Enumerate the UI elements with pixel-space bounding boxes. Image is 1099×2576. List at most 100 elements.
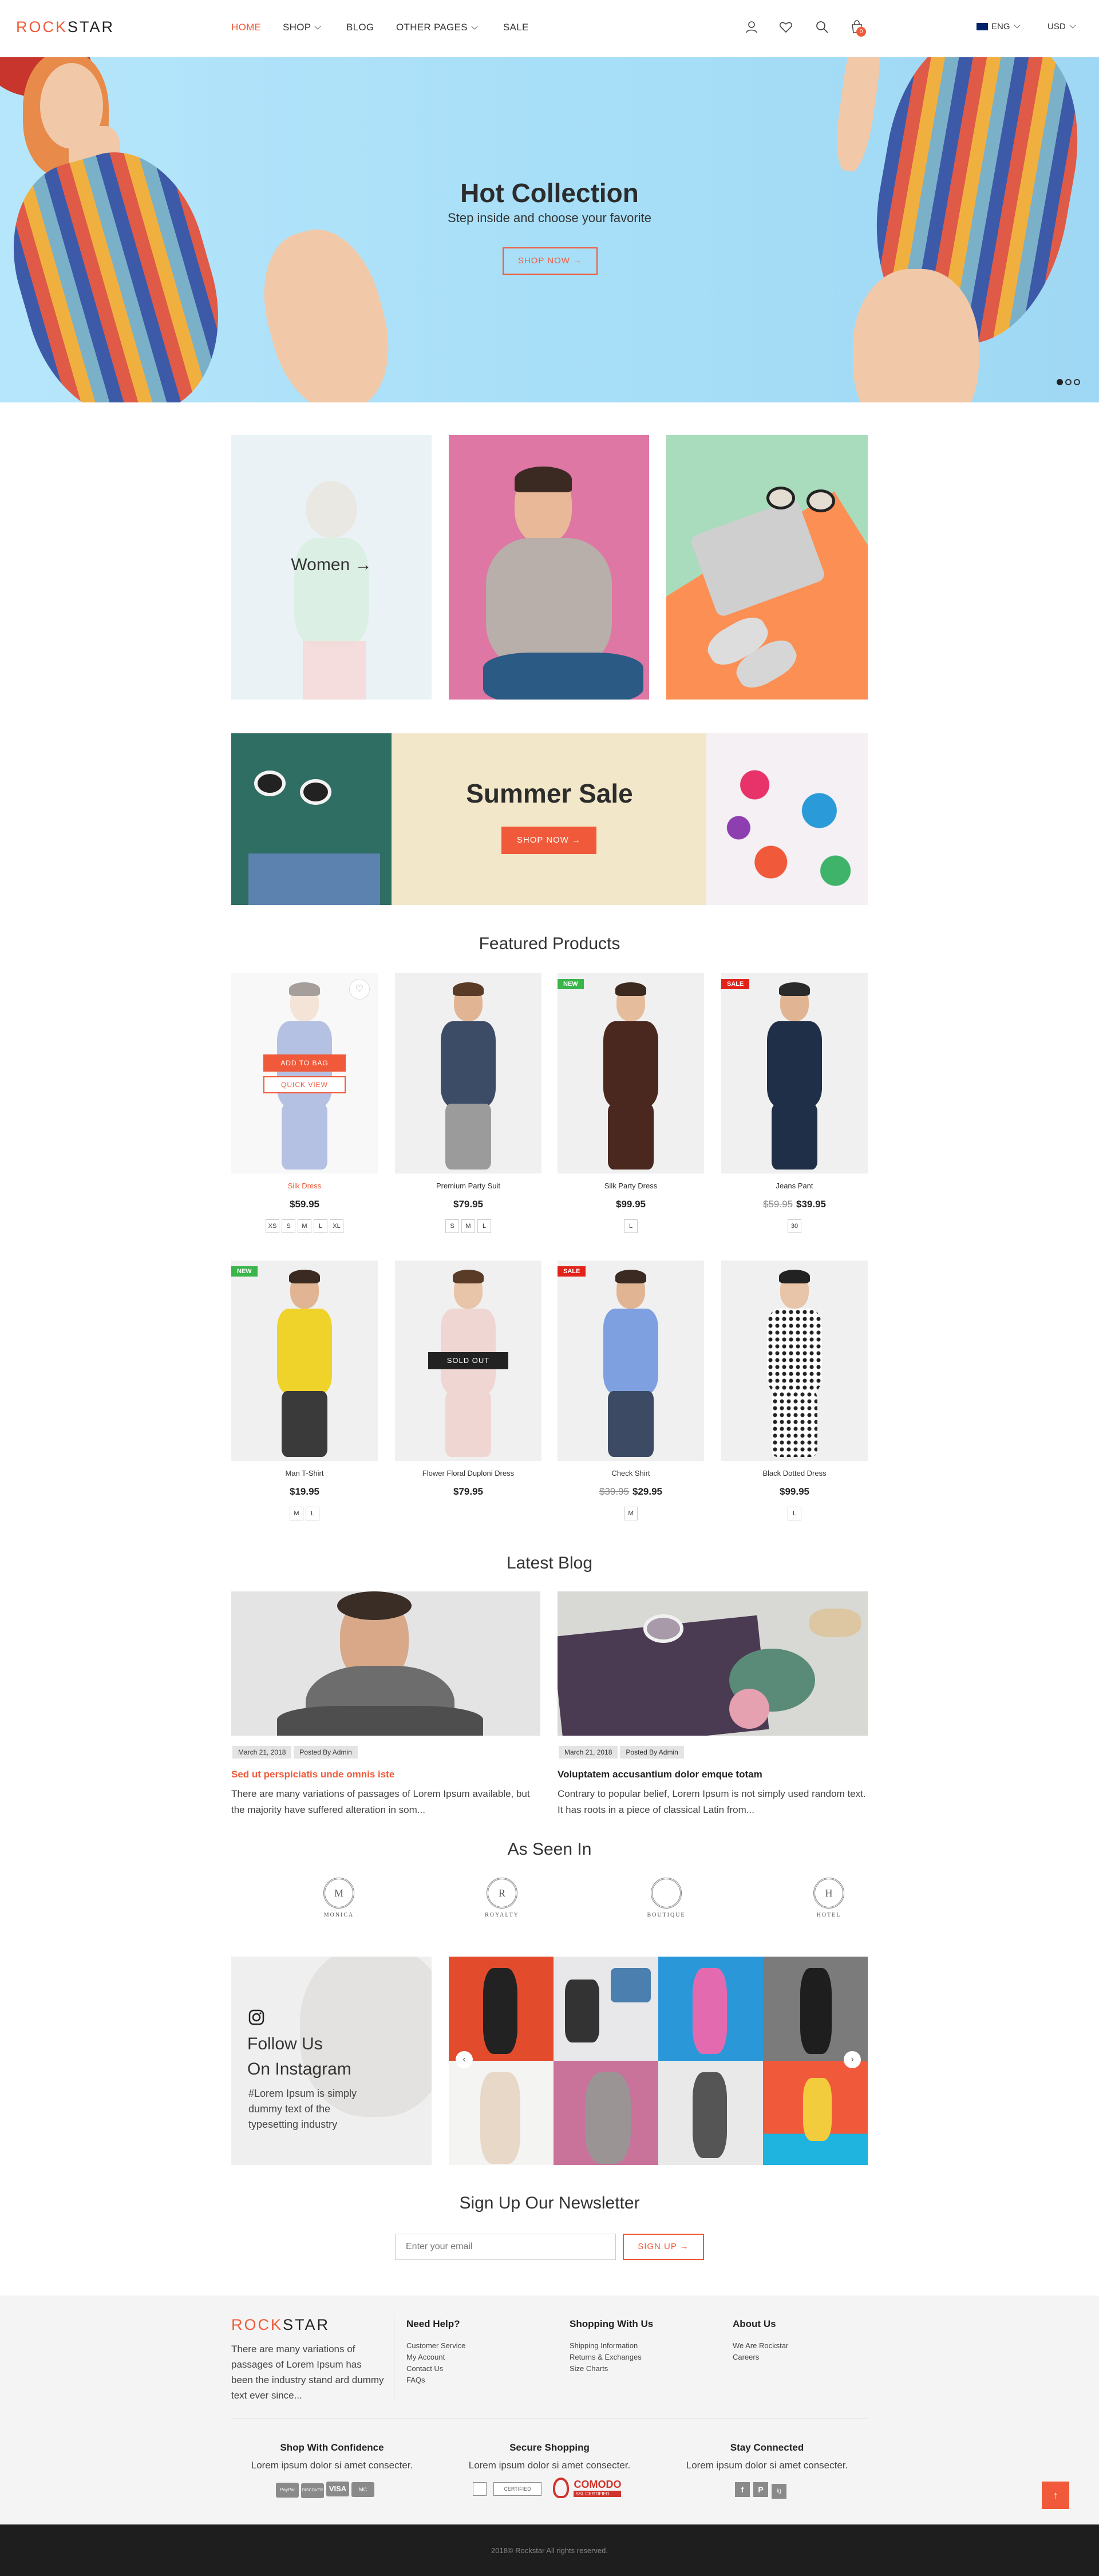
footer-link[interactable]: Returns & Exchanges	[570, 2352, 642, 2363]
instagram-photo[interactable]	[658, 1957, 763, 2061]
size-option[interactable]: M	[624, 1507, 638, 1520]
instagram-photo[interactable]	[449, 2061, 554, 2165]
size-option[interactable]: L	[788, 1507, 801, 1520]
footer-link[interactable]: FAQs	[406, 2374, 425, 2386]
product-image[interactable]: SALE	[558, 1261, 704, 1461]
brand-logo-monica[interactable]: M MONICA	[305, 1878, 373, 1918]
product-name[interactable]: Premium Party Suit	[395, 1182, 541, 1190]
gallery-next-arrow[interactable]: ›	[844, 2051, 861, 2068]
user-icon[interactable]	[744, 19, 759, 34]
instagram-photo[interactable]	[763, 2061, 868, 2165]
footer-link[interactable]: Size Charts	[570, 2363, 608, 2374]
mastercard-icon: MC	[351, 2482, 374, 2497]
size-option[interactable]: M	[461, 1219, 475, 1233]
footer-link[interactable]: My Account	[406, 2352, 445, 2363]
instagram-photo[interactable]	[449, 1957, 554, 2061]
blog-post-title[interactable]: Sed ut perspiciatis unde omnis iste	[231, 1769, 394, 1780]
search-icon[interactable]	[815, 19, 829, 34]
uk-flag-icon	[977, 23, 988, 30]
footer-link[interactable]: Contact Us	[406, 2363, 443, 2374]
size-option[interactable]: S	[445, 1219, 459, 1233]
product-image[interactable]	[721, 1261, 868, 1461]
product-name[interactable]: Man T-Shirt	[231, 1469, 378, 1477]
size-option[interactable]: M	[290, 1507, 303, 1520]
wishlist-heart-icon[interactable]: ♡	[349, 979, 370, 999]
size-option[interactable]: L	[477, 1219, 491, 1233]
instagram-photo[interactable]	[763, 1957, 868, 2061]
product-name[interactable]: Black Dotted Dress	[721, 1469, 868, 1477]
product-name[interactable]: Silk Dress	[231, 1182, 378, 1190]
footer-link[interactable]: Shipping Information	[570, 2340, 638, 2352]
category-women-tile[interactable]: Women →	[231, 435, 432, 700]
blog-image-2[interactable]	[558, 1591, 868, 1736]
size-option[interactable]: L	[314, 1219, 327, 1233]
blog-image-1[interactable]	[231, 1591, 540, 1736]
product-name[interactable]: Check Shirt	[558, 1469, 704, 1477]
nav-shop[interactable]: SHOP	[283, 22, 322, 33]
size-options: M	[558, 1507, 704, 1520]
size-option[interactable]: 30	[788, 1219, 801, 1233]
size-option[interactable]: S	[282, 1219, 295, 1233]
size-option[interactable]: M	[298, 1219, 311, 1233]
hero-banner: Hot Collection Step inside and choose yo…	[0, 57, 1099, 402]
summer-shop-now-button[interactable]: SHOP NOW →	[501, 827, 596, 854]
gallery-prev-arrow[interactable]: ‹	[456, 2051, 473, 2068]
arrow-right-icon: →	[572, 835, 582, 845]
instagram-photo[interactable]	[658, 2061, 763, 2165]
add-to-bag-button[interactable]: ADD TO BAG	[263, 1054, 346, 1072]
model-outfit	[767, 1021, 822, 1107]
nav-home[interactable]: HOME	[231, 22, 261, 33]
product-image[interactable]: SOLD OUT	[395, 1261, 541, 1461]
instagram-social-icon[interactable]: ig	[772, 2484, 786, 2499]
language-selector[interactable]: ENG	[977, 22, 1021, 31]
product-image[interactable]: NEW	[231, 1261, 378, 1461]
size-option[interactable]: L	[306, 1507, 319, 1520]
product-image[interactable]	[231, 973, 378, 1174]
quick-view-button[interactable]: QUICK VIEW	[263, 1076, 346, 1093]
leg-left	[247, 217, 406, 402]
instagram-photo[interactable]	[554, 1957, 658, 2061]
brand-name: BOUTIQUE	[647, 1912, 686, 1918]
footer-link[interactable]: Careers	[733, 2352, 759, 2363]
pinterest-icon[interactable]: P	[753, 2482, 768, 2497]
nav-sale[interactable]: SALE	[503, 22, 529, 33]
category-men-tile[interactable]	[449, 435, 649, 700]
category-accessories-tile[interactable]	[666, 435, 868, 700]
size-option[interactable]: XL	[330, 1219, 343, 1233]
slider-dot[interactable]	[1074, 379, 1080, 385]
product-image[interactable]: SALE	[721, 973, 868, 1174]
slider-dot-active[interactable]	[1057, 379, 1063, 385]
model-hair	[615, 1270, 646, 1283]
product-image[interactable]: NEW	[558, 973, 704, 1174]
product-name[interactable]: Silk Party Dress	[558, 1182, 704, 1190]
product-name[interactable]: Flower Floral Duploni Dress	[395, 1469, 541, 1477]
product-image[interactable]	[395, 973, 541, 1174]
lock-icon	[553, 2478, 569, 2498]
newsletter-email-input[interactable]	[395, 2234, 616, 2260]
footer-logo[interactable]: ROCKSTAR	[231, 2316, 330, 2334]
footer-link[interactable]: We Are Rockstar	[733, 2340, 788, 2352]
comodo-sublabel: SSL CERTIFIED	[574, 2491, 622, 2497]
site-logo[interactable]: ROCKSTAR	[16, 18, 114, 36]
instagram-photo[interactable]	[554, 2061, 658, 2165]
blog-post-title[interactable]: Voluptatem accusantium dolor emque totam	[558, 1769, 762, 1780]
back-to-top-button[interactable]: ↑	[1042, 2482, 1069, 2509]
currency-selector[interactable]: USD	[1047, 22, 1076, 31]
heart-icon[interactable]	[778, 19, 793, 34]
size-option[interactable]: L	[624, 1219, 638, 1233]
hero-shop-now-button[interactable]: SHOP NOW →	[503, 247, 598, 275]
product-name[interactable]: Jeans Pant	[721, 1182, 868, 1190]
brand-logo-royalty[interactable]: R ROYALTY	[468, 1878, 536, 1918]
newsletter-signup-button[interactable]: SIGN UP →	[623, 2234, 704, 2260]
slider-dot[interactable]	[1065, 379, 1072, 385]
footer-link[interactable]: Customer Service	[406, 2340, 465, 2352]
site-footer: ROCKSTAR There are many variations of pa…	[0, 2296, 1099, 2524]
facebook-icon[interactable]: f	[735, 2482, 750, 2497]
brand-logo-hotel[interactable]: H HOTEL	[794, 1878, 863, 1918]
footer-bottom-title: Secure Shopping	[509, 2442, 590, 2453]
nav-blog[interactable]: BLOG	[346, 22, 374, 33]
product-badge: NEW	[231, 1266, 258, 1277]
nav-other-pages[interactable]: OTHER PAGES	[396, 22, 478, 33]
brand-logo-boutique[interactable]: BOUTIQUE	[632, 1878, 701, 1918]
size-option[interactable]: XS	[266, 1219, 279, 1233]
